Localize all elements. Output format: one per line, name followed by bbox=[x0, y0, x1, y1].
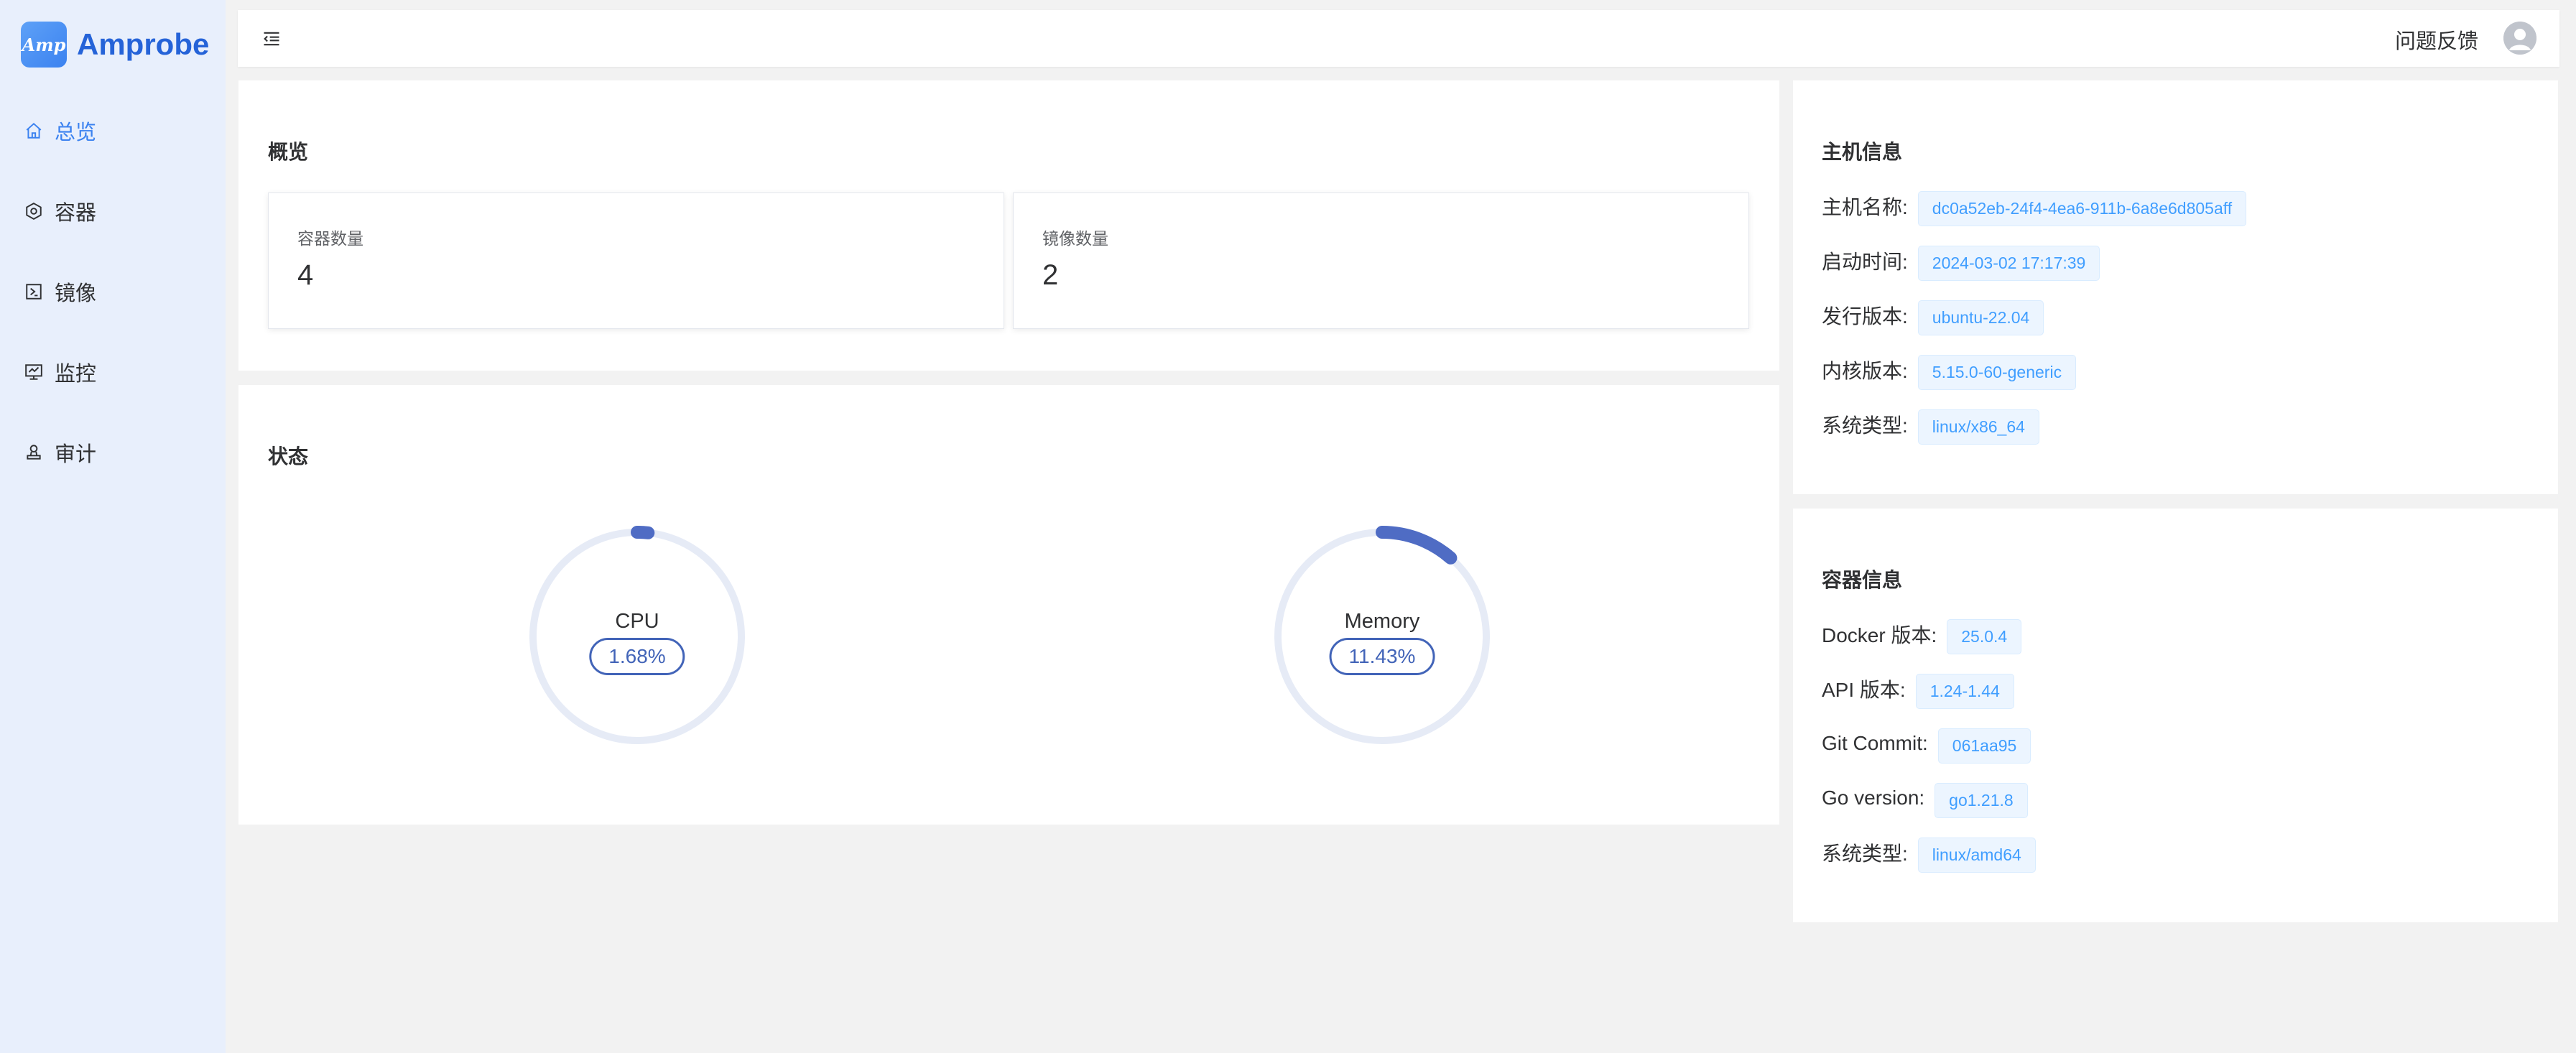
home-icon bbox=[24, 121, 43, 140]
sidebar-item-overview[interactable]: 总览 bbox=[0, 91, 226, 171]
stat-value: 2 bbox=[1042, 259, 1059, 291]
sidebar-item-container[interactable]: 容器 bbox=[0, 171, 226, 251]
sidebar-item-audit[interactable]: 审计 bbox=[0, 412, 226, 493]
info-tag: go1.21.8 bbox=[1935, 783, 2028, 818]
stat-image-count: 镜像数量 2 bbox=[1013, 192, 1749, 329]
logo[interactable]: Amp Amprobe bbox=[21, 22, 209, 68]
stat-value: 4 bbox=[297, 259, 314, 291]
gauge-track bbox=[1274, 529, 1490, 744]
info-label: Git Commit: bbox=[1822, 731, 1928, 754]
info-label: 发行版本: bbox=[1822, 305, 1908, 328]
info-label: 主机名称: bbox=[1822, 195, 1908, 218]
container-info-card: 容器信息 Docker 版本: 25.0.4 API 版本: 1.24-1.44… bbox=[1793, 509, 2558, 922]
info-tag: dc0a52eb-24f4-4ea6-911b-6a8e6d805aff bbox=[1917, 191, 2247, 226]
stat-label: 镜像数量 bbox=[1042, 229, 1108, 248]
gauge-value: 1.68% bbox=[589, 638, 685, 675]
host-info-title: 主机信息 bbox=[1822, 141, 1903, 163]
image-icon bbox=[24, 282, 43, 301]
info-label: API 版本: bbox=[1822, 678, 1906, 701]
sidebar-item-label: 审计 bbox=[55, 443, 97, 466]
stat-container-count: 容器数量 4 bbox=[268, 192, 1004, 329]
gauge-track bbox=[529, 529, 745, 744]
status-card: 状态 CPU 1.68% Memory 11.43% bbox=[238, 385, 1779, 825]
info-tag: 2024-03-02 17:17:39 bbox=[1917, 246, 2100, 281]
host-row-boot-time: 启动时间: 2024-03-02 17:17:39 bbox=[1822, 243, 2100, 281]
sidebar-item-label: 监控 bbox=[55, 363, 97, 386]
cpu-gauge: CPU 1.68% bbox=[526, 525, 749, 748]
host-info-card: 主机信息 主机名称: dc0a52eb-24f4-4ea6-911b-6a8e6… bbox=[1793, 80, 2558, 494]
info-label: 系统类型: bbox=[1822, 414, 1908, 437]
info-tag: 25.0.4 bbox=[1947, 619, 2022, 654]
sidebar-item-label: 镜像 bbox=[55, 282, 97, 305]
info-label: 启动时间: bbox=[1822, 250, 1908, 273]
container-row-os-type: 系统类型: linux/amd64 bbox=[1822, 835, 2036, 873]
audit-icon bbox=[24, 443, 43, 462]
overview-card: 概览 容器数量 4 镜像数量 2 bbox=[238, 80, 1779, 371]
status-title: 状态 bbox=[268, 445, 309, 468]
logo-icon: Amp bbox=[21, 22, 67, 68]
info-tag: 5.15.0-60-generic bbox=[1917, 355, 2077, 390]
info-tag: 1.24-1.44 bbox=[1915, 674, 2014, 709]
gauge-value: 11.43% bbox=[1329, 638, 1435, 675]
gauge-arc bbox=[631, 526, 655, 539]
info-tag: linux/amd64 bbox=[1917, 838, 2036, 873]
monitor-icon bbox=[24, 363, 43, 381]
info-label: 内核版本: bbox=[1822, 359, 1908, 382]
feedback-link[interactable]: 问题反馈 bbox=[2395, 24, 2478, 55]
stat-label: 容器数量 bbox=[297, 229, 363, 248]
host-row-distro: 发行版本: ubuntu-22.04 bbox=[1822, 297, 2044, 335]
host-row-kernel: 内核版本: 5.15.0-60-generic bbox=[1822, 352, 2077, 390]
info-label: 系统类型: bbox=[1822, 842, 1908, 865]
overview-title: 概览 bbox=[268, 141, 309, 163]
menu-fold-icon[interactable] bbox=[261, 29, 282, 49]
info-tag: linux/x86_64 bbox=[1917, 409, 2039, 445]
sidebar-item-label: 容器 bbox=[55, 202, 97, 225]
memory-gauge: Memory 11.43% bbox=[1271, 525, 1493, 748]
sidebar-menu: 总览 容器 镜像 监控 审计 bbox=[0, 91, 226, 493]
host-row-hostname: 主机名称: dc0a52eb-24f4-4ea6-911b-6a8e6d805a… bbox=[1822, 188, 2247, 226]
container-row-git-commit: Git Commit: 061aa95 bbox=[1822, 725, 2031, 764]
container-row-go-version: Go version: go1.21.8 bbox=[1822, 780, 2028, 818]
gauge-label: Memory bbox=[1344, 610, 1420, 633]
info-label: Go version: bbox=[1822, 786, 1925, 809]
container-row-docker-version: Docker 版本: 25.0.4 bbox=[1822, 616, 2022, 654]
avatar[interactable] bbox=[2503, 22, 2536, 55]
info-label: Docker 版本: bbox=[1822, 623, 1937, 646]
top-header: 问题反馈 bbox=[238, 10, 2559, 67]
info-tag: 061aa95 bbox=[1937, 728, 2031, 764]
sidebar: Amp Amprobe 总览 容器 镜像 监控 审计 bbox=[0, 0, 226, 1053]
container-row-api-version: API 版本: 1.24-1.44 bbox=[1822, 671, 2014, 709]
app-name: Amprobe bbox=[77, 27, 210, 61]
sidebar-item-image[interactable]: 镜像 bbox=[0, 251, 226, 332]
gauge-arc bbox=[1376, 526, 1458, 565]
sidebar-item-label: 总览 bbox=[55, 121, 97, 144]
gauge-label: CPU bbox=[615, 610, 659, 633]
container-info-title: 容器信息 bbox=[1822, 569, 1903, 591]
host-row-os-type: 系统类型: linux/x86_64 bbox=[1822, 407, 2039, 445]
info-tag: ubuntu-22.04 bbox=[1917, 300, 2044, 335]
container-icon bbox=[24, 202, 43, 221]
sidebar-item-monitor[interactable]: 监控 bbox=[0, 332, 226, 412]
